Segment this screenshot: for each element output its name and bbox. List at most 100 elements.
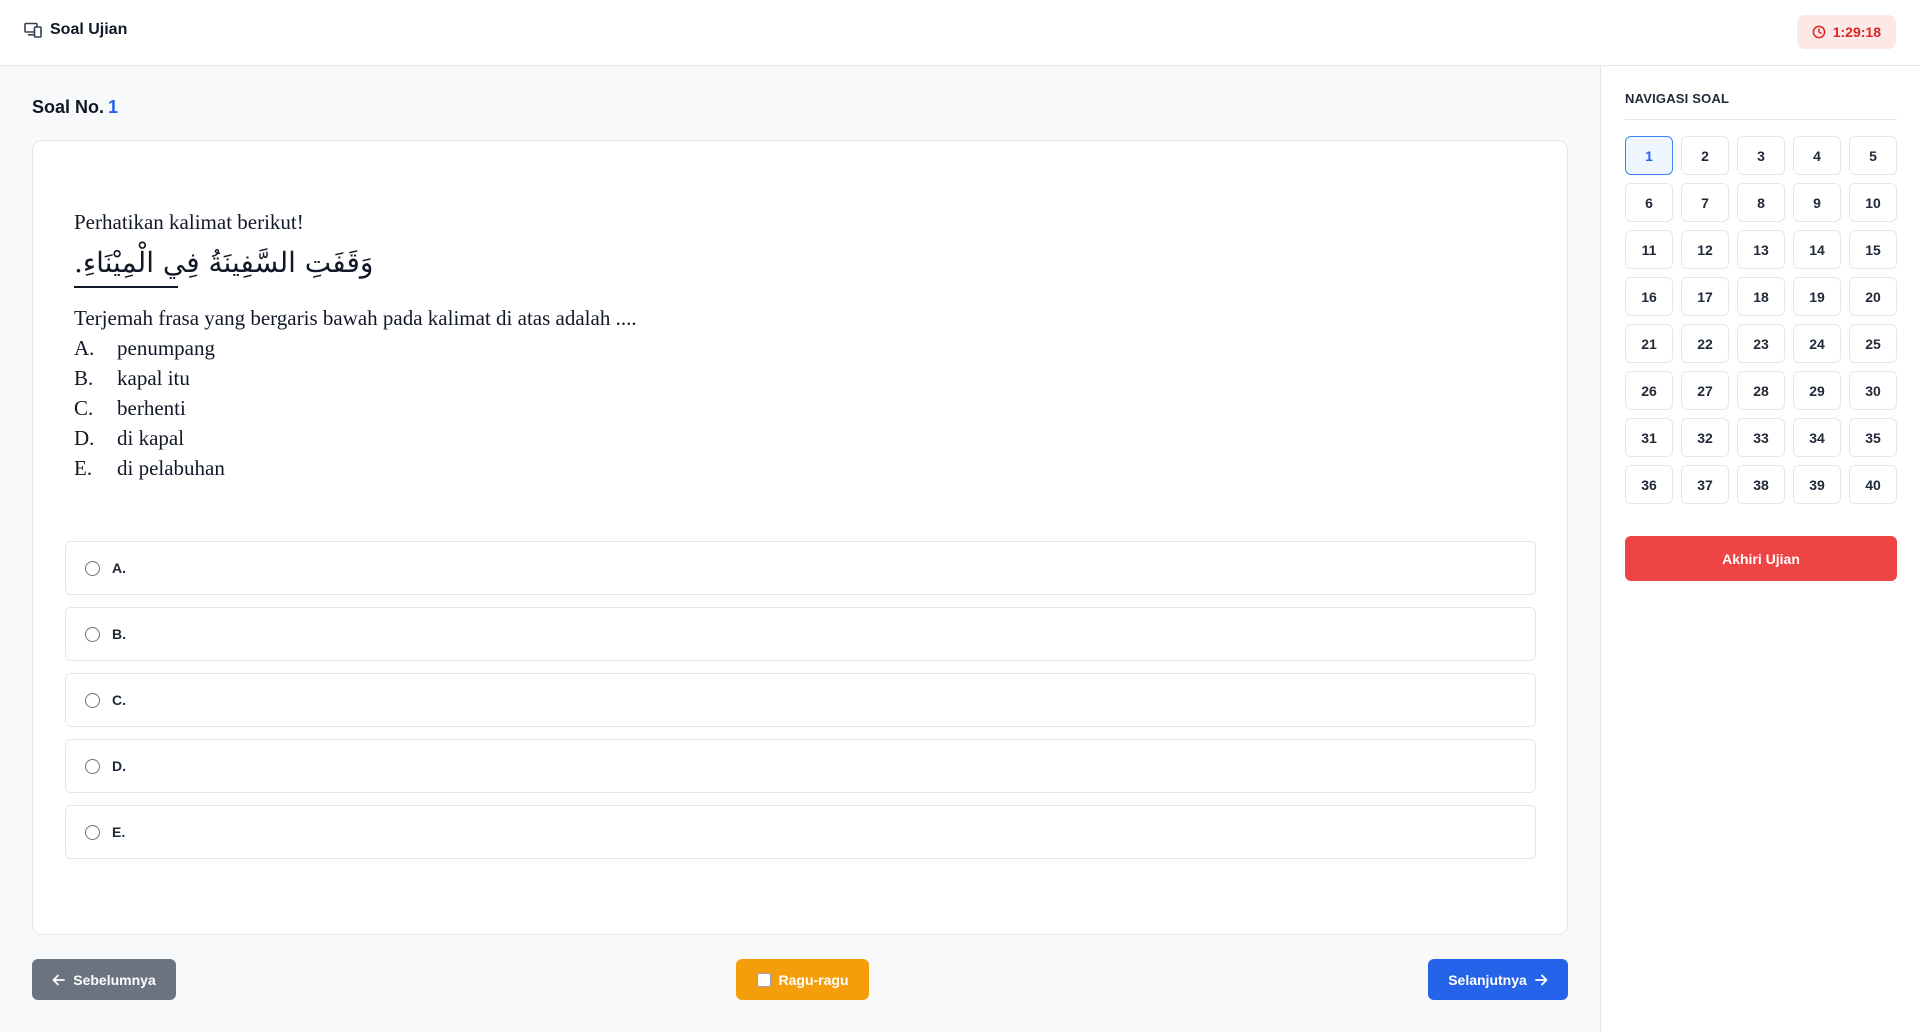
answer-option-c[interactable]: C.	[65, 673, 1536, 727]
question-nav-button[interactable]: 33	[1737, 418, 1785, 457]
question-nav-button[interactable]: 35	[1849, 418, 1897, 457]
doubt-button[interactable]: Ragu-ragu	[736, 959, 869, 1000]
question-nav-button[interactable]: 19	[1793, 277, 1841, 316]
arabic-sentence-block: وَقَفَتِ السَّفِينَةُ فِي الْمِيْنَاءِ.	[74, 237, 637, 303]
answer-label: B.	[112, 626, 126, 642]
answer-label: A.	[112, 560, 126, 576]
answer-option-b[interactable]: B.	[65, 607, 1536, 661]
phrase-underline	[74, 286, 178, 288]
monitor-phone-icon	[24, 22, 42, 38]
answer-choices: A. B. C. D. E.	[65, 541, 1536, 871]
option-text: di kapal	[117, 426, 185, 450]
clock-icon	[1812, 25, 1826, 39]
question-nav-button[interactable]: 6	[1625, 183, 1673, 222]
question-nav-button[interactable]: 10	[1849, 183, 1897, 222]
question-nav-button[interactable]: 18	[1737, 277, 1785, 316]
question-nav-button[interactable]: 13	[1737, 230, 1785, 269]
question-nav-button[interactable]: 29	[1793, 371, 1841, 410]
next-button-label: Selanjutnya	[1448, 971, 1527, 988]
brand: Soal Ujian	[24, 21, 127, 39]
app-title: Soal Ujian	[50, 21, 128, 38]
question-nav-button[interactable]: 21	[1625, 324, 1673, 363]
navigation-title: NAVIGASI SOAL	[1625, 91, 1730, 106]
question-nav-button[interactable]: 8	[1737, 183, 1785, 222]
radio-button[interactable]	[85, 758, 100, 774]
question-option: A. penumpang	[74, 333, 637, 363]
previous-button[interactable]: Sebelumnya	[32, 959, 176, 1000]
question-option: C. berhenti	[74, 393, 637, 423]
answer-label: C.	[112, 692, 126, 708]
option-text: berhenti	[117, 396, 186, 420]
question-nav-button[interactable]: 23	[1737, 324, 1785, 363]
option-letter: E.	[74, 456, 93, 480]
answer-label: D.	[112, 758, 126, 774]
question-nav-button[interactable]: 5	[1849, 136, 1897, 175]
question-nav-button[interactable]: 31	[1625, 418, 1673, 457]
option-letter: C.	[74, 396, 94, 420]
question-nav-button[interactable]: 14	[1793, 230, 1841, 269]
question-nav-button[interactable]: 3	[1737, 136, 1785, 175]
question-option: B. kapal itu	[74, 363, 637, 393]
question-nav-button[interactable]: 38	[1737, 465, 1785, 504]
arrow-left-icon	[52, 974, 66, 985]
question-label: Soal No.	[32, 97, 105, 117]
question-nav-button[interactable]: 32	[1681, 418, 1729, 457]
answer-option-e[interactable]: E.	[65, 805, 1536, 859]
radio-button[interactable]	[85, 560, 100, 576]
question-nav-button[interactable]: 25	[1849, 324, 1897, 363]
question-nav-button[interactable]: 2	[1681, 136, 1729, 175]
question-number-heading: Soal No. 1	[32, 97, 118, 118]
previous-button-label: Sebelumnya	[73, 971, 156, 988]
timer-text: 1:29:18	[1832, 24, 1881, 40]
answer-option-d[interactable]: D.	[65, 739, 1536, 793]
question-nav-button[interactable]: 36	[1625, 465, 1673, 504]
question-nav-button[interactable]: 26	[1625, 371, 1673, 410]
question-nav-button[interactable]: 30	[1849, 371, 1897, 410]
question-nav-button[interactable]: 7	[1681, 183, 1729, 222]
countdown-timer: 1:29:18	[1796, 15, 1896, 49]
question-nav-button[interactable]: 16	[1625, 277, 1673, 316]
question-nav-button[interactable]: 28	[1737, 371, 1785, 410]
question-intro: Perhatikan kalimat berikut!	[74, 210, 304, 234]
option-text: penumpang	[117, 336, 215, 360]
option-letter: B.	[74, 366, 94, 390]
doubt-checkbox[interactable]	[756, 972, 771, 987]
arabic-sentence: وَقَفَتِ السَّفِينَةُ فِي الْمِيْنَاءِ.	[74, 246, 374, 279]
question-body: Perhatikan kalimat berikut! وَقَفَتِ الس…	[74, 207, 637, 483]
question-card: Perhatikan kalimat berikut! وَقَفَتِ الس…	[32, 140, 1568, 935]
question-nav-button[interactable]: 39	[1793, 465, 1841, 504]
divider	[1625, 119, 1897, 120]
question-nav-button[interactable]: 17	[1681, 277, 1729, 316]
end-exam-button[interactable]: Akhiri Ujian	[1625, 536, 1897, 581]
radio-button[interactable]	[85, 824, 100, 840]
option-text: di pelabuhan	[117, 456, 225, 480]
question-option: D. di kapal	[74, 423, 637, 453]
question-option: E. di pelabuhan	[74, 453, 637, 483]
answer-label: E.	[112, 824, 126, 840]
arrow-right-icon	[1534, 974, 1548, 985]
question-nav-button[interactable]: 40	[1849, 465, 1897, 504]
question-number: 1	[108, 97, 119, 117]
top-bar: Soal Ujian 1:29:18	[0, 0, 1920, 66]
question-nav-button[interactable]: 20	[1849, 277, 1897, 316]
question-nav-button[interactable]: 11	[1625, 230, 1673, 269]
question-nav-button[interactable]: 9	[1793, 183, 1841, 222]
question-nav-button[interactable]: 27	[1681, 371, 1729, 410]
question-nav-button[interactable]: 4	[1793, 136, 1841, 175]
question-nav-button[interactable]: 22	[1681, 324, 1729, 363]
question-prompt: Terjemah frasa yang bergaris bawah pada …	[74, 306, 637, 330]
option-letter: A.	[74, 336, 95, 360]
question-nav-button[interactable]: 12	[1681, 230, 1729, 269]
answer-option-a[interactable]: A.	[65, 541, 1536, 595]
option-letter: D.	[74, 426, 95, 450]
question-nav-grid: 1 2 3 4 5 6 7 8 9 10 11 12 13 14 15 16 17 18 19 20 21 22 23 24 2…	[1625, 136, 1897, 504]
question-nav-button[interactable]: 1	[1625, 136, 1673, 175]
question-nav-button[interactable]: 37	[1681, 465, 1729, 504]
question-nav-button[interactable]: 34	[1793, 418, 1841, 457]
question-nav-button[interactable]: 15	[1849, 230, 1897, 269]
next-button[interactable]: Selanjutnya	[1428, 959, 1568, 1000]
radio-button[interactable]	[85, 692, 100, 708]
radio-button[interactable]	[85, 626, 100, 642]
question-nav-button[interactable]: 24	[1793, 324, 1841, 363]
doubt-button-label: Ragu-ragu	[778, 971, 849, 988]
